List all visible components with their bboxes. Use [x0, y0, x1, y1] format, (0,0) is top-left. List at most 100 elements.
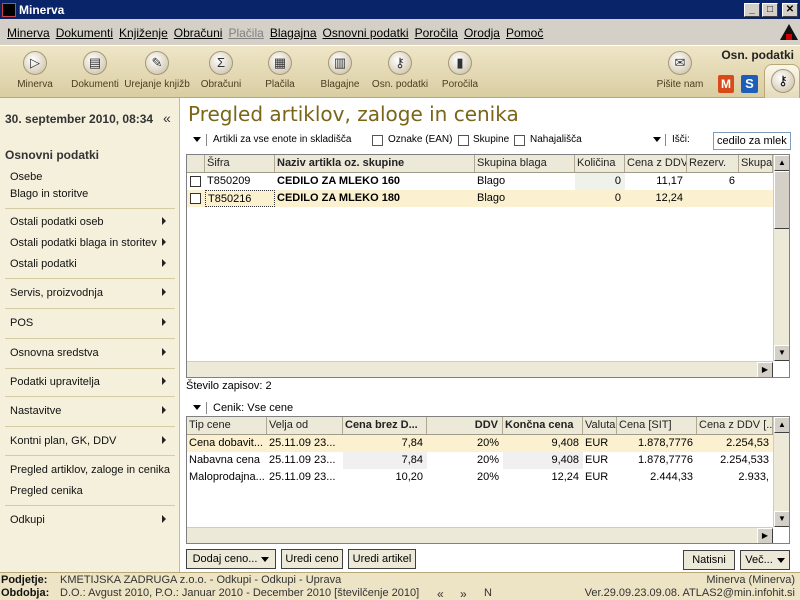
- row-checkbox[interactable]: [190, 176, 201, 187]
- nav-prev-button[interactable]: «: [437, 587, 444, 600]
- menu-pomoc[interactable]: Pomoč: [503, 26, 546, 40]
- header-ddv[interactable]: DDV: [427, 417, 503, 434]
- toolbar-pisite-nam-button[interactable]: ✉ Pišite nam: [645, 51, 715, 97]
- row-checkbox[interactable]: [190, 193, 201, 204]
- sidebar-item-ostali-podatki-blaga[interactable]: Ostali podatki blaga in storitev: [10, 237, 170, 249]
- header-koncna-cena[interactable]: Končna cena: [503, 417, 583, 434]
- header-rezerv[interactable]: Rezerv.: [687, 155, 739, 172]
- articles-horizontal-scrollbar[interactable]: ▶: [187, 361, 773, 377]
- ean-checkbox[interactable]: [372, 135, 383, 146]
- sidebar-item-osnovna-sredstva[interactable]: Osnovna sredstva: [10, 347, 170, 359]
- menu-osnovni-podatki[interactable]: Osnovni podatki: [320, 26, 412, 40]
- header-cena-z-ddv[interactable]: Cena z DDV [...: [697, 417, 773, 434]
- table-row[interactable]: Maloprodajna... 25.11.09 23... 10,20 20%…: [187, 469, 773, 486]
- print-button[interactable]: Natisni: [683, 550, 735, 570]
- collapse-sidebar-icon[interactable]: «: [163, 110, 171, 126]
- header-skupina[interactable]: Skupina blaga: [475, 155, 575, 172]
- toolbar-porocila-button[interactable]: ▮ Poročila: [425, 51, 495, 97]
- header-cena[interactable]: Cena z DDV: [625, 155, 687, 172]
- search-dropdown-icon[interactable]: [653, 137, 661, 142]
- header-kolicina[interactable]: Količina: [575, 155, 625, 172]
- sidebar-item-nastavitve[interactable]: Nastavitve: [10, 405, 170, 417]
- sidebar-item-servis-proizvodnja[interactable]: Servis, proizvodnja: [10, 287, 170, 299]
- blue-app-icon[interactable]: S: [741, 75, 758, 93]
- scroll-right-icon[interactable]: ▶: [757, 528, 773, 543]
- scroll-up-icon[interactable]: ▲: [774, 155, 789, 171]
- sidebar-item-label: Kontni plan, GK, DDV: [10, 435, 117, 447]
- cell-sit: 1.878,7776: [637, 437, 693, 449]
- maximize-button[interactable]: □: [762, 2, 778, 17]
- sidebar-item-kontni-plan[interactable]: Kontni plan, GK, DDV: [10, 435, 170, 447]
- more-button[interactable]: Več...: [740, 550, 790, 570]
- header-skupaj[interactable]: Skupaj: [739, 155, 773, 172]
- table-row[interactable]: T850216 CEDILO ZA MLEKO 180 Blago 0 12,2…: [187, 190, 773, 207]
- nav-next-button[interactable]: »: [460, 587, 467, 600]
- sidebar-item-ostali-podatki-oseb[interactable]: Ostali podatki oseb: [10, 216, 170, 228]
- header-sifra[interactable]: Šifra: [205, 155, 275, 172]
- scroll-up-icon[interactable]: ▲: [774, 417, 789, 433]
- cell-sit: 2.444,33: [650, 471, 693, 483]
- edit-article-button[interactable]: Uredi artikel: [348, 549, 416, 569]
- menu-placila[interactable]: Plačila: [225, 26, 266, 40]
- search-input[interactable]: [713, 132, 791, 150]
- scope-dropdown-icon[interactable]: [193, 137, 201, 142]
- edit-price-button[interactable]: Uredi ceno: [281, 549, 343, 569]
- menu-orodja[interactable]: Orodja: [461, 26, 503, 40]
- price-horizontal-scrollbar[interactable]: ▶: [187, 527, 773, 543]
- dropdown-arrow-icon: [261, 556, 270, 562]
- menu-minerva[interactable]: Minerva: [4, 26, 53, 40]
- sidebar-item-label: Ostali podatki blaga in storitev: [10, 237, 157, 249]
- header-cena-brez-ddv[interactable]: Cena brez D...: [343, 417, 427, 434]
- menu-blagajna[interactable]: Blagajna: [267, 26, 320, 40]
- header-velja-od[interactable]: Velja od: [267, 417, 343, 434]
- locations-checkbox[interactable]: [514, 135, 525, 146]
- scroll-down-icon[interactable]: ▼: [774, 511, 789, 527]
- cell-ddv: 20%: [476, 471, 499, 483]
- header-valuta[interactable]: Valuta: [583, 417, 617, 434]
- scroll-thumb[interactable]: [774, 171, 789, 229]
- play-icon: ▷: [23, 51, 47, 75]
- header-tip-cene[interactable]: Tip cene: [187, 417, 267, 434]
- cell-naziv: CEDILO ZA MLEKO 160: [277, 175, 401, 187]
- price-vertical-scrollbar[interactable]: ▲ ▼: [773, 417, 789, 527]
- menu-obracuni[interactable]: Obračuni: [171, 26, 226, 40]
- groups-checkbox[interactable]: [458, 135, 469, 146]
- menu-dokumenti[interactable]: Dokumenti: [53, 26, 116, 40]
- nav-n-button[interactable]: N: [484, 587, 492, 599]
- mail-icon: ✉: [668, 51, 692, 75]
- sidebar-item-blago-in-storitve[interactable]: Blago in storitve: [10, 188, 170, 200]
- search-label: Išči:: [672, 134, 690, 145]
- table-row[interactable]: T850209 CEDILO ZA MLEKO 160 Blago 0 11,1…: [187, 173, 773, 190]
- menu-porocila[interactable]: Poročila: [412, 26, 461, 40]
- payment-icon: ▦: [268, 51, 292, 75]
- sidebar-item-osebe[interactable]: Osebe: [10, 171, 170, 183]
- add-price-button[interactable]: Dodaj ceno...: [186, 549, 276, 569]
- cenik-dropdown-icon[interactable]: [193, 405, 201, 410]
- cell-cena-brez: 10,20: [395, 471, 423, 483]
- sidebar-item-ostali-podatki[interactable]: Ostali podatki: [10, 258, 170, 270]
- articles-vertical-scrollbar[interactable]: ▲ ▼: [773, 155, 789, 361]
- table-row[interactable]: Nabavna cena 25.11.09 23... 7,84 20% 9,4…: [187, 452, 773, 469]
- toolbar-urejanje-knjizb-button[interactable]: ✎ Urejanje knjižb: [122, 51, 192, 97]
- sidebar-item-pregled-artiklov[interactable]: Pregled artiklov, zaloge in cenika: [10, 464, 170, 476]
- toolbar-label: Poročila: [441, 79, 479, 90]
- sidebar-item-pos[interactable]: POS: [10, 317, 170, 329]
- menu-knjizenje[interactable]: Knjiženje: [116, 26, 171, 40]
- sidebar-item-podatki-upravitelja[interactable]: Podatki upravitelja: [10, 376, 170, 388]
- cell-ddv: 20%: [476, 454, 499, 466]
- close-button[interactable]: ✕: [782, 2, 798, 17]
- cell-rezerv: 6: [728, 175, 735, 187]
- key-icon: ⚷: [771, 69, 795, 93]
- header-cena-sit[interactable]: Cena [SIT]: [617, 417, 697, 434]
- sidebar-item-label: Servis, proizvodnja: [10, 287, 103, 299]
- sidebar-item-odkupi[interactable]: Odkupi: [10, 514, 170, 526]
- osn-podatki-tab[interactable]: ⚷: [764, 64, 800, 100]
- scroll-down-icon[interactable]: ▼: [774, 345, 789, 361]
- magento-icon[interactable]: M: [718, 75, 734, 93]
- header-naziv[interactable]: Naziv artikla oz. skupine: [275, 155, 475, 172]
- toolbar-dokumenti-button[interactable]: ▤ Dokumenti: [60, 51, 130, 97]
- scroll-right-icon[interactable]: ▶: [757, 362, 773, 377]
- minimize-button[interactable]: _: [744, 2, 760, 17]
- sidebar-item-pregled-cenika[interactable]: Pregled cenika: [10, 485, 170, 497]
- table-row[interactable]: Cena dobavit... 25.11.09 23... 7,84 20% …: [187, 435, 773, 452]
